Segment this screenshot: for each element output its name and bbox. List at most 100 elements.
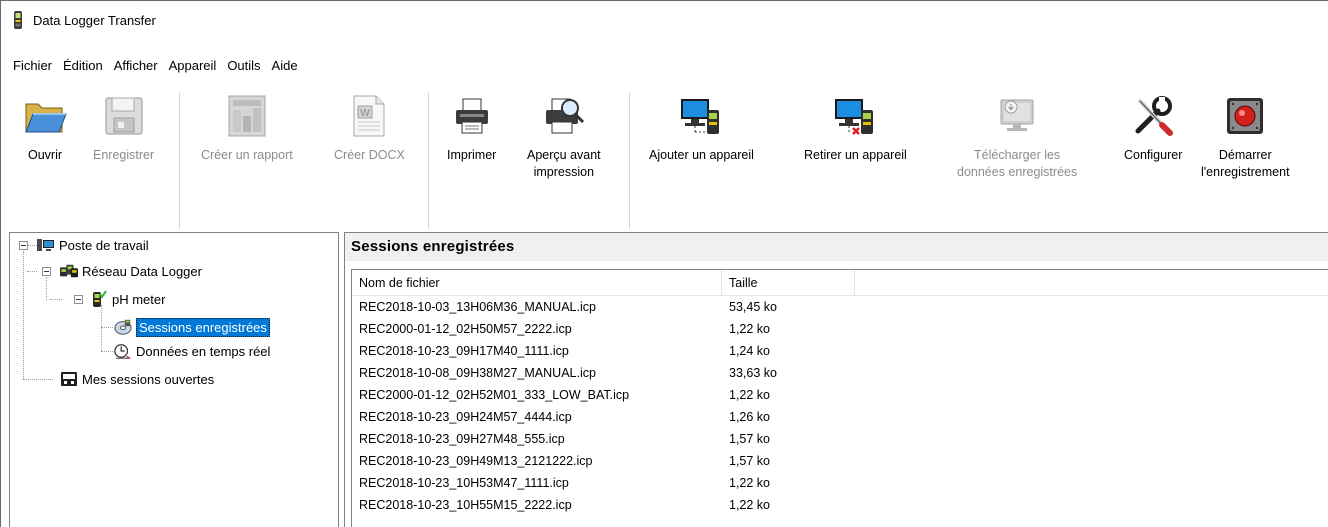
download-data-button[interactable]: Télécharger les données enregistrées <box>957 93 1077 181</box>
print-preview-label-1: Aperçu avant <box>527 148 601 162</box>
file-row[interactable]: REC2018-10-23_10H53M47_1111.icp 1,22 ko <box>352 472 1328 494</box>
report-icon <box>225 93 269 139</box>
file-size-cell: 1,24 ko <box>729 344 771 358</box>
data-logger-app-icon <box>13 11 23 29</box>
menu-outils[interactable]: Outils <box>227 58 260 73</box>
file-row[interactable]: REC2018-10-08_09H38M27_MANUAL.icp 33,63 k… <box>352 362 1328 384</box>
tree-connector <box>23 379 53 380</box>
create-report-button[interactable]: Créer un rapport <box>201 93 293 164</box>
tree-connector <box>23 251 24 379</box>
file-name-cell: REC2018-10-03_13H06M36_MANUAL.icp <box>359 300 596 314</box>
file-size-cell: 1,57 ko <box>729 432 771 446</box>
tree-item-network[interactable]: Réseau Data Logger <box>60 261 202 281</box>
tree-connector <box>101 327 113 328</box>
create-docx-button[interactable]: W Créer DOCX <box>334 93 405 164</box>
realtime-clock-icon <box>114 343 132 359</box>
file-name-cell: REC2018-10-08_09H38M27_MANUAL.icp <box>359 366 596 380</box>
remove-device-icon <box>833 93 877 139</box>
file-size-cell: 33,63 ko <box>729 366 777 380</box>
remove-device-label: Retirer un appareil <box>804 148 907 162</box>
sessions-panel: Sessions enregistrées Nom de fichier Tai… <box>344 232 1328 527</box>
tools-icon <box>1131 93 1175 139</box>
file-size-cell: 1,57 ko <box>729 454 771 468</box>
list-header: Nom de fichier Taille <box>352 270 1328 296</box>
ph-meter-device-icon <box>90 290 108 307</box>
tree-connector <box>27 271 37 272</box>
file-size-cell: 53,45 ko <box>729 300 777 314</box>
collapse-toggle[interactable] <box>42 267 51 276</box>
file-row[interactable]: REC2000-01-12_02H52M01_333_LOW_BAT.icp 1,… <box>352 384 1328 406</box>
tree-item-ph-meter[interactable]: pH meter <box>90 289 165 309</box>
tree-item-workstation[interactable]: Poste de travail <box>37 235 149 255</box>
file-row[interactable]: REC2018-10-23_09H24M57_4444.icp 1,26 ko <box>352 406 1328 428</box>
add-device-label: Ajouter un appareil <box>649 148 754 162</box>
file-row[interactable]: REC2000-01-12_02H50M57_2222.icp 1,22 ko <box>352 318 1328 340</box>
start-recording-label-2: l'enregistrement <box>1201 165 1290 179</box>
column-header-size[interactable]: Taille <box>722 270 855 295</box>
file-row[interactable]: REC2018-10-23_09H17M40_1111.icp 1,24 ko <box>352 340 1328 362</box>
tree-label: Poste de travail <box>59 237 149 253</box>
file-name-cell: REC2000-01-12_02H50M57_2222.icp <box>359 322 572 336</box>
file-row[interactable]: REC2018-10-23_09H27M48_555.icp 1,57 ko <box>352 428 1328 450</box>
start-recording-button[interactable]: Démarrer l'enregistrement <box>1201 93 1290 181</box>
tree-label: Mes sessions ouvertes <box>82 371 215 387</box>
file-row[interactable]: REC2018-10-23_09H49M13_2121222.icp 1,57 k… <box>352 450 1328 472</box>
download-label-2: données enregistrées <box>957 165 1078 179</box>
save-label: Enregistrer <box>93 148 155 162</box>
print-button[interactable]: Imprimer <box>447 93 496 164</box>
collapse-toggle[interactable] <box>74 295 83 304</box>
file-name-cell: REC2018-10-23_09H24M57_4444.icp <box>359 410 572 424</box>
toolbar: Ouvrir Enregistrer Créer un rapport W Cr… <box>1 87 1328 229</box>
start-recording-label-1: Démarrer <box>1218 148 1272 162</box>
configure-button[interactable]: Configurer <box>1124 93 1182 164</box>
print-preview-button[interactable]: Aperçu avant impression <box>527 93 601 181</box>
print-label: Imprimer <box>447 148 497 162</box>
menu-afficher[interactable]: Afficher <box>114 58 158 73</box>
file-name-cell: REC2018-10-23_09H49M13_2121222.icp <box>359 454 593 468</box>
file-name-cell: REC2018-10-23_10H53M47_1111.icp <box>359 476 569 490</box>
word-document-icon: W <box>347 93 391 139</box>
menu-appareil[interactable]: Appareil <box>169 58 217 73</box>
add-device-button[interactable]: Ajouter un appareil <box>649 93 754 164</box>
collapse-toggle[interactable] <box>19 241 28 250</box>
save-button[interactable]: Enregistrer <box>93 93 154 164</box>
remove-device-button[interactable]: Retirer un appareil <box>804 93 907 164</box>
printer-icon <box>450 93 494 139</box>
navigation-tree: Poste de travail Réseau Data Logger pH m… <box>9 232 339 527</box>
open-label: Ouvrir <box>27 148 63 162</box>
print-preview-label-2: impression <box>533 165 595 179</box>
toolbar-separator <box>179 93 180 229</box>
menu-fichier[interactable]: Fichier <box>13 58 52 73</box>
add-device-icon <box>679 93 723 139</box>
create-docx-label: Créer DOCX <box>334 148 405 162</box>
menu-aide[interactable]: Aide <box>272 58 298 73</box>
tree-item-recorded-sessions[interactable]: Sessions enregistrées <box>114 317 270 337</box>
toolbar-separator <box>428 93 429 229</box>
create-report-label: Créer un rapport <box>201 148 293 162</box>
file-name-cell: REC2018-10-23_10H55M15_2222.icp <box>359 498 572 512</box>
tree-label: Réseau Data Logger <box>82 263 202 279</box>
print-preview-icon <box>542 93 586 139</box>
file-list: Nom de fichier Taille REC2018-10-03_13H0… <box>351 269 1328 527</box>
menu-edition[interactable]: Édition <box>63 58 103 73</box>
sessions-disk-icon <box>114 319 132 335</box>
app-window: Data Logger Transfer Fichier Édition Aff… <box>0 0 1328 527</box>
configure-label: Configurer <box>1124 148 1183 162</box>
tree-connector <box>50 299 62 300</box>
file-name-cell: REC2018-10-23_09H27M48_555.icp <box>359 432 565 446</box>
tree-label-selected: Sessions enregistrées <box>136 317 270 337</box>
menu-bar: Fichier Édition Afficher Appareil Outils… <box>1 53 309 77</box>
open-button[interactable]: Ouvrir <box>23 93 67 164</box>
file-row[interactable]: REC2018-10-03_13H06M36_MANUAL.icp 53,45 k… <box>352 296 1328 318</box>
tree-label: pH meter <box>112 291 166 307</box>
tree-item-realtime-data[interactable]: Données en temps réel <box>114 341 270 361</box>
file-size-cell: 1,22 ko <box>729 388 771 402</box>
file-size-cell: 1,22 ko <box>729 322 771 336</box>
tree-item-open-sessions[interactable]: Mes sessions ouvertes <box>60 369 214 389</box>
open-folder-icon <box>23 93 67 139</box>
column-header-filename[interactable]: Nom de fichier <box>352 270 722 295</box>
file-size-cell: 1,26 ko <box>729 410 771 424</box>
tree-connector <box>27 245 37 246</box>
file-row[interactable]: REC2018-10-23_10H55M15_2222.icp 1,22 ko <box>352 494 1328 516</box>
tree-connector <box>101 305 102 351</box>
